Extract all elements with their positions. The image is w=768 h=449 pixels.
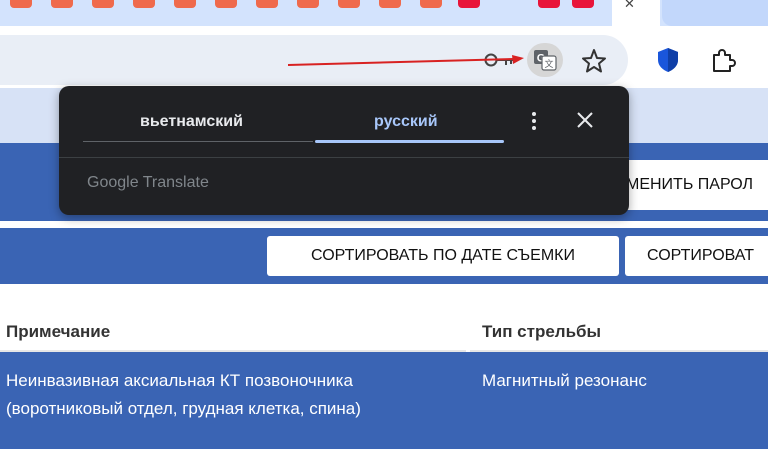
translate-button[interactable]: G 文 <box>527 43 563 77</box>
tab-close-icon[interactable]: ✕ <box>624 0 635 12</box>
favicon-icon[interactable] <box>256 0 278 8</box>
more-options-icon[interactable] <box>524 108 544 134</box>
favicon-icon[interactable] <box>538 0 560 8</box>
favicon-icon[interactable] <box>297 0 319 8</box>
favicon-icon[interactable] <box>572 0 594 8</box>
favicon-icon[interactable] <box>133 0 155 8</box>
selected-tab-indicator <box>315 140 504 143</box>
tab-divider <box>83 141 313 142</box>
table-cell-note: Неинвазивная аксиальная КТ позвоночника … <box>6 371 361 418</box>
favicon-icon[interactable] <box>10 0 32 8</box>
favicon-icon[interactable] <box>92 0 114 8</box>
close-icon[interactable] <box>574 109 596 131</box>
active-tab[interactable] <box>612 0 660 26</box>
change-password-button[interactable]: МЕНИТЬ ПАРОЛ <box>616 160 768 210</box>
favicon-icon[interactable] <box>51 0 73 8</box>
popup-divider <box>59 157 629 158</box>
favicon-icon[interactable] <box>379 0 401 8</box>
sort-button[interactable]: СОРТИРОВАТ <box>625 236 768 276</box>
favicon-icon[interactable] <box>420 0 442 8</box>
star-icon[interactable] <box>579 46 609 76</box>
google-translate-logo: Google Translate <box>87 174 209 191</box>
favicon-icon[interactable] <box>174 0 196 8</box>
puzzle-icon[interactable] <box>708 45 738 75</box>
tab-source-language[interactable]: вьетнамский <box>140 113 243 131</box>
shield-icon[interactable] <box>654 45 682 75</box>
favicon-icon[interactable] <box>458 0 480 8</box>
sort-by-date-button[interactable]: СОРТИРОВАТЬ ПО ДАТЕ СЪЕМКИ <box>267 236 619 276</box>
table-cell-type: Магнитный резонанс <box>482 371 647 390</box>
translate-popup <box>59 86 629 215</box>
translate-icon: G 文 <box>534 50 557 71</box>
column-header-note: Примечание <box>6 322 111 341</box>
favicon-icon[interactable] <box>215 0 237 8</box>
column-header-type: Тип стрельбы <box>482 322 602 341</box>
red-arrow-annotation <box>288 55 524 66</box>
svg-text:文: 文 <box>544 58 553 70</box>
tab-target-language[interactable]: русский <box>374 113 438 131</box>
favicon-icon[interactable] <box>338 0 360 8</box>
background-tab[interactable] <box>662 0 768 26</box>
